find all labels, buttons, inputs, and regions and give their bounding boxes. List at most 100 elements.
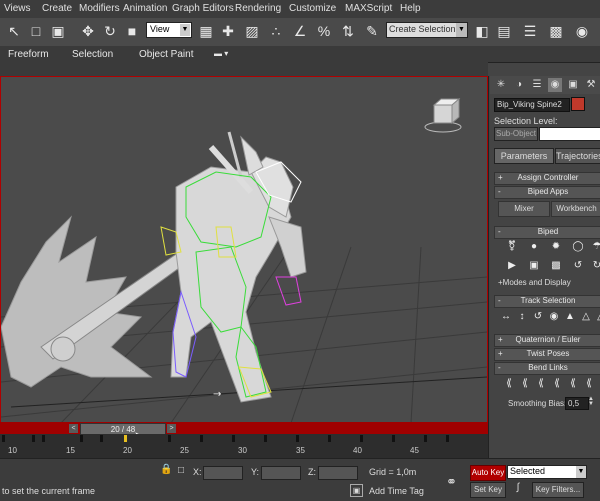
reference-coordinate-select[interactable]: View ▼ [146, 22, 192, 38]
open-folder-icon[interactable]: ▣ [527, 259, 541, 273]
body-horizontal-icon[interactable]: ↔ [499, 310, 513, 324]
save-file-icon[interactable]: ▩ [549, 259, 563, 273]
key-mode-select[interactable]: Selected ▼ [507, 465, 587, 479]
opposite-icon[interactable]: △ [579, 310, 593, 324]
named-selection-set-input[interactable]: Create Selection Se ▼ [386, 22, 468, 38]
menu-graph-editors[interactable]: Graph Editors [172, 3, 234, 14]
time-tag-icon[interactable]: ▣ [350, 484, 363, 497]
footstep-mode-icon[interactable]: ● [527, 240, 541, 254]
percent-snap-icon[interactable]: % [314, 21, 334, 41]
material-editor-icon[interactable]: ◉ [572, 21, 592, 41]
select-limbs-icon[interactable]: △ [594, 310, 600, 324]
body-vertical-icon[interactable]: ↕ [515, 310, 529, 324]
convert-icon[interactable]: ↺ [571, 259, 585, 273]
twist-links-mode-icon[interactable]: ⟪ [518, 377, 532, 391]
snap-toggle-icon[interactable]: ∴ [266, 21, 286, 41]
time-slider-next-button[interactable]: > [167, 424, 176, 433]
spinner-snap-icon[interactable]: ⇅ [338, 21, 358, 41]
rollout-quaternion-euler[interactable]: + Quaternion / Euler [494, 334, 600, 347]
track-bar[interactable]: 10 15 20 25 30 35 40 45 [0, 434, 488, 458]
curve-icon[interactable]: ∫ [510, 482, 526, 496]
rollout-biped[interactable]: - Biped [494, 226, 600, 239]
move-all-icon[interactable]: ↻ [590, 259, 600, 273]
tab-selection[interactable]: Selection [72, 49, 113, 60]
key-icon[interactable]: ⚭ [446, 474, 457, 490]
smoothing-bias-spinner[interactable]: 0,5 [565, 397, 589, 410]
rollout-twist-poses[interactable]: + Twist Poses [494, 348, 600, 361]
smooth-twist-icon[interactable]: ⟪ [550, 377, 564, 391]
load-file-icon[interactable]: ▶ [505, 259, 519, 273]
ribbon-options-icon[interactable]: ▬ ▾ [214, 49, 228, 58]
align-icon[interactable]: ▤ [494, 21, 514, 41]
auto-key-button[interactable]: Auto Key [470, 465, 506, 481]
sub-object-button[interactable]: Sub-Object [494, 127, 538, 141]
key-filters-button[interactable]: Key Filters... [532, 482, 584, 498]
mixer-button[interactable]: Mixer [498, 201, 550, 217]
set-key-button[interactable]: Set Key [470, 482, 506, 498]
menu-modifiers[interactable]: Modifiers [79, 3, 120, 14]
bend-links-mode-icon[interactable]: ⟪ [502, 377, 516, 391]
sub-object-field[interactable] [539, 127, 600, 141]
angle-snap-icon[interactable]: ∠ [290, 21, 310, 41]
select-manipulate-icon[interactable]: ✚ [218, 21, 238, 41]
menu-views[interactable]: Views [4, 3, 31, 14]
scale-icon[interactable]: ■ [122, 21, 142, 41]
spinner-arrows-icon[interactable]: ▲ ▼ [588, 396, 594, 408]
modify-panel-icon[interactable]: ◑ [512, 78, 526, 92]
rollout-bend-links[interactable]: - Bend Links [494, 362, 600, 375]
tab-object-paint[interactable]: Object Paint [139, 49, 193, 60]
modes-and-display-label[interactable]: +Modes and Display [498, 278, 571, 287]
create-panel-icon[interactable]: ✳ [494, 78, 508, 92]
rollout-track-selection[interactable]: - Track Selection [494, 295, 600, 308]
menu-create[interactable]: Create [42, 3, 72, 14]
viewport-scene: → [1, 97, 487, 423]
menu-maxscript[interactable]: MAXScript [345, 3, 392, 14]
grid-readout: Grid = 1,0m [369, 467, 417, 477]
biped-playback-icon[interactable]: ☂ [590, 240, 600, 254]
mixer-mode-icon[interactable]: ◯ [571, 240, 585, 254]
object-name-field[interactable]: Bip_Viking Spine2 [494, 98, 570, 112]
absolute-mode-icon[interactable]: □ [178, 465, 184, 476]
object-color-swatch[interactable] [571, 97, 585, 111]
hierarchy-panel-icon[interactable]: ☰ [530, 78, 544, 92]
select-icon[interactable]: ↖ [4, 21, 24, 41]
window-crossing-icon[interactable]: ▣ [48, 21, 68, 41]
pivot-center-icon[interactable]: ▦ [196, 21, 216, 41]
edit-named-selection-icon[interactable]: ✎ [362, 21, 382, 41]
utilities-panel-icon[interactable]: ⚒ [584, 78, 598, 92]
time-slider-prev-button[interactable]: < [69, 424, 78, 433]
zero-twist-icon[interactable]: ⟪ [566, 377, 580, 391]
perspective-viewport[interactable]: → [0, 76, 488, 424]
menu-animation[interactable]: Animation [123, 3, 167, 14]
rollout-biped-apps[interactable]: - Biped Apps [494, 186, 600, 199]
tab-freeform[interactable]: Freeform [8, 49, 49, 60]
zero-all-icon[interactable]: ⟪ [582, 377, 596, 391]
mirror-icon[interactable]: ◧ [472, 21, 492, 41]
lock-icon[interactable]: 🔒 [160, 464, 172, 475]
move-icon[interactable]: ✥ [78, 21, 98, 41]
motion-flow-icon[interactable]: ✹ [549, 240, 563, 254]
workbench-button[interactable]: Workbench [551, 201, 600, 217]
menu-customize[interactable]: Customize [289, 3, 336, 14]
motion-panel-icon[interactable]: ◉ [548, 78, 562, 92]
twist-individual-icon[interactable]: ⟪ [534, 377, 548, 391]
keyboard-shortcut-icon[interactable]: ▨ [242, 21, 262, 41]
z-coord-field[interactable] [318, 466, 358, 480]
add-time-tag-button[interactable]: Add Time Tag [369, 486, 424, 496]
lock-com-icon[interactable]: ◉ [547, 310, 561, 324]
y-coord-field[interactable] [261, 466, 301, 480]
display-panel-icon[interactable]: ▣ [566, 78, 580, 92]
x-coord-field[interactable] [203, 466, 243, 480]
select-region-icon[interactable]: □ [26, 21, 46, 41]
tab-parameters[interactable]: Parameters [494, 148, 554, 164]
rotate-icon[interactable]: ↻ [100, 21, 120, 41]
layer-manager-icon[interactable]: ☰ [520, 21, 540, 41]
rollout-assign-controller[interactable]: + Assign Controller [494, 172, 600, 185]
symmetrical-icon[interactable]: ▲ [563, 310, 577, 324]
body-rotation-icon[interactable]: ↺ [531, 310, 545, 324]
menu-rendering[interactable]: Rendering [235, 3, 281, 14]
schematic-view-icon[interactable]: ▩ [546, 21, 566, 41]
menu-help[interactable]: Help [400, 3, 421, 14]
figure-mode-icon[interactable]: ⚧ [505, 240, 519, 254]
tab-trajectories[interactable]: Trajectories [555, 148, 600, 164]
